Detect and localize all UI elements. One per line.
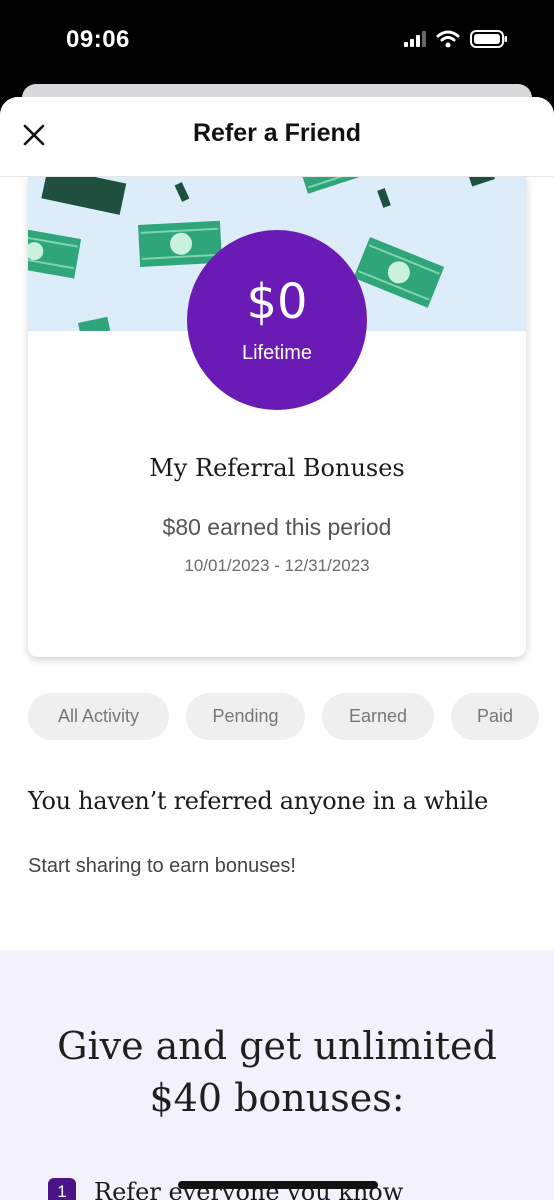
status-bar: 09:06 <box>0 0 554 84</box>
signal-icon <box>404 31 426 52</box>
filter-earned[interactable]: Earned <box>322 693 434 740</box>
empty-state-subtext: Start sharing to earn bonuses! <box>28 855 296 877</box>
referral-bonuses-heading: My Referral Bonuses <box>149 454 405 482</box>
referral-summary-card: $0 Lifetime My Referral Bonuses $80 earn… <box>28 177 526 657</box>
sheet-header: Refer a Friend <box>0 97 554 177</box>
lifetime-badge: $0 Lifetime <box>187 230 367 410</box>
activity-filters: All Activity Pending Earned Paid <box>28 693 539 740</box>
status-icons <box>404 30 508 53</box>
wifi-icon <box>436 30 460 53</box>
promo-title: Give and get unlimited $40 bonuses: <box>0 1020 554 1124</box>
promo-section: Give and get unlimited $40 bonuses: 1 Re… <box>0 950 554 1200</box>
battery-icon <box>470 30 508 53</box>
promo-title-line2: $40 bonuses: <box>149 1076 405 1120</box>
period-date-range: 10/01/2023 - 12/31/2023 <box>184 556 370 575</box>
status-time: 09:06 <box>66 26 130 53</box>
empty-state-heading: You haven’t referred anyone in a while <box>28 787 488 815</box>
promo-title-line1: Give and get unlimited <box>57 1024 497 1068</box>
lifetime-amount: $0 <box>246 274 308 330</box>
referral-sheet: Refer a Friend $0 Lifetime My Referral B… <box>0 97 554 1200</box>
home-indicator[interactable] <box>178 1181 378 1189</box>
lifetime-label: Lifetime <box>241 342 313 364</box>
filter-paid[interactable]: Paid <box>451 693 539 740</box>
page-title: Refer a Friend <box>192 119 362 147</box>
step-number-badge: 1 <box>48 1178 76 1200</box>
filter-all-activity[interactable]: All Activity <box>28 693 169 740</box>
earned-this-period: $80 earned this period <box>162 514 392 540</box>
filter-pending[interactable]: Pending <box>186 693 305 740</box>
